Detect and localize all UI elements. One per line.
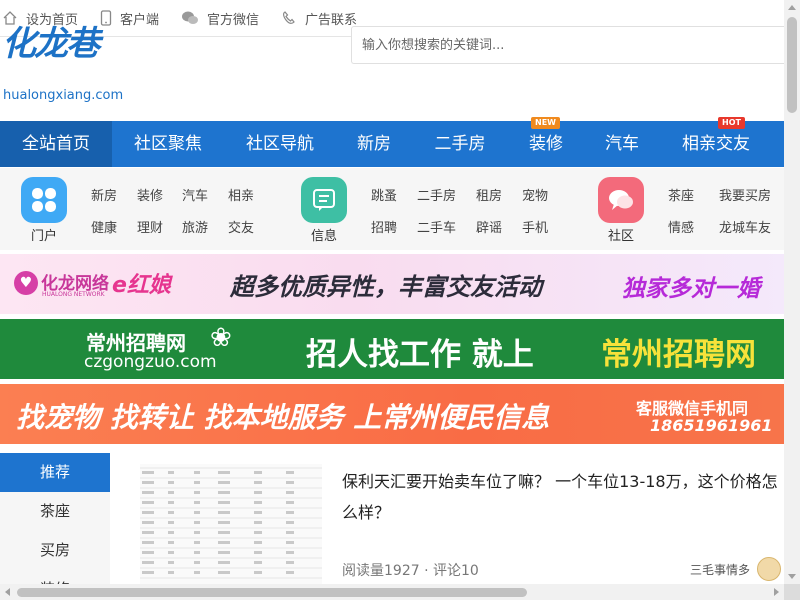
cat-link[interactable]: 辟谣 [476,217,502,236]
cat-link[interactable]: 装修 [137,185,163,204]
site-logo-domain: hualongxiang.com [3,88,124,103]
phone-icon [283,11,295,24]
nav-label: 相亲交友 [682,134,750,154]
hot-badge: HOT [718,117,745,129]
article-thumbnail[interactable] [140,464,322,584]
feed-sidebar: 推荐 茶座 买房 装修 [0,453,110,584]
new-badge: NEW [531,117,560,129]
client-app-link[interactable]: 客户端 [100,9,159,28]
dating-ad-banner[interactable]: ♥ 化龙网络 HUALONG NETWORK e红娘 超多优质异性，丰富交友活动… [0,254,784,314]
cat-link[interactable]: 交友 [228,217,254,236]
article-meta: 阅读量1927 · 评论10 [342,563,479,579]
nav-car[interactable]: 汽车 [584,121,660,167]
horizontal-scroll-thumb[interactable] [17,588,527,597]
vertical-scrollbar[interactable] [784,0,800,584]
community-category-button[interactable] [598,177,644,223]
portal-category-label: 门户 [30,229,57,244]
heart-logo-icon: ♥ [14,271,38,295]
main-nav: 全站首页 社区聚焦 社区导航 新房 二手房 装修 NEW 汽车 相亲交友 HOT [0,117,784,167]
cat-link[interactable]: 手机 [522,217,548,236]
scroll-right-icon[interactable] [774,588,779,596]
ad-contact-label: 广告联系 [305,12,358,28]
cat-link[interactable]: 跳蚤 [371,185,397,204]
nav-label: 汽车 [605,134,639,154]
nav-decoration[interactable]: 装修 NEW [508,117,584,167]
nav-home[interactable]: 全站首页 [0,121,112,167]
cat-link[interactable]: 招聘 [371,217,397,236]
portal-category-button[interactable] [21,177,67,223]
nav-label: 装修 [529,134,563,154]
cat-link[interactable]: 汽车 [182,185,208,204]
article-title-link[interactable]: 保利天汇要开始卖车位了嘛？ 一个车位13-18万，这个价格怎么样？ [342,466,784,528]
banner-highlight: 常州招聘网 [601,337,756,373]
cat-link[interactable]: 宠物 [522,185,548,204]
sidebar-item-recommend[interactable]: 推荐 [0,453,110,492]
nav-label: 社区导航 [246,134,314,154]
banner-slogan: 超多优质异性，丰富交友活动 [230,273,542,301]
nav-label: 全站首页 [22,134,90,154]
page: 设为首页 客户端 官方微信 广告联系 化龙巷 hualongxiang.com … [0,0,784,584]
clover-icon [32,188,56,212]
search-input[interactable] [351,26,784,64]
cat-link[interactable]: 龙城车友 [719,217,771,236]
nav-label: 二手房 [434,134,486,154]
scroll-up-icon[interactable] [788,5,796,10]
brand-subtitle: HUALONG NETWORK [42,291,105,298]
message-board-icon [313,189,335,211]
cat-link[interactable]: 二手房 [417,185,456,204]
nav-label: 新房 [357,134,391,154]
nav-dating[interactable]: 相亲交友 HOT [660,117,772,167]
contact-phone: 18651961961 [650,416,773,435]
cat-link[interactable]: 理财 [137,217,163,236]
official-wechat-label: 官方微信 [207,12,260,28]
cat-link[interactable]: 旅游 [182,217,208,236]
nav-label: 社区聚焦 [134,134,202,154]
site-logo[interactable]: 化龙巷 [2,16,100,65]
sidebar-item-decoration[interactable]: 装修 [0,570,110,584]
info-category-label: 信息 [310,229,337,244]
sidebar-item-buy-house[interactable]: 买房 [0,531,110,570]
thumbnail-table-image [140,467,322,579]
cat-link[interactable]: 新房 [91,185,117,204]
community-category-label: 社区 [607,229,634,244]
banner-slogan: 找宠物 找转让 找本地服务 上常州便民信息 [16,401,550,434]
ad-contact-link[interactable]: 广告联系 [281,9,357,28]
nav-second-hand-house[interactable]: 二手房 [412,121,508,167]
cat-link[interactable]: 我要买房 [719,185,771,204]
cat-link[interactable]: 情感 [668,217,694,236]
mobile-icon [100,10,112,26]
scrollbar-corner [784,584,800,600]
nav-new-house[interactable]: 新房 [336,121,412,167]
nav-community-focus[interactable]: 社区聚焦 [112,121,224,167]
nav-community-guide[interactable]: 社区导航 [224,121,336,167]
job-ad-banner[interactable]: 常州招聘网 ❀ czgongzuo.com 招人找工作 就上 常州招聘网 [0,319,784,379]
client-app-label: 客户端 [120,12,160,28]
cat-link[interactable]: 健康 [91,217,117,236]
article-author[interactable]: 三毛事情多 [690,561,750,578]
wechat-icon [182,11,199,24]
banner-slogan: 招人找工作 就上 [306,337,534,373]
cat-link[interactable]: 茶座 [668,185,694,204]
local-info-ad-banner[interactable]: 找宠物 找转让 找本地服务 上常州便民信息 客服微信手机同 1865196196… [0,384,784,444]
cat-link[interactable]: 租房 [476,185,502,204]
official-wechat-link[interactable]: 官方微信 [181,9,259,28]
category-panel: 门户 新房 装修 汽车 相亲 健康 理财 旅游 交友 信息 跳蚤 二手房 租房 … [0,168,784,250]
flower-logo-icon: ❀ [210,323,232,353]
cat-link[interactable]: 相亲 [228,185,254,204]
info-category-button[interactable] [301,177,347,223]
sidebar-item-teahouse[interactable]: 茶座 [0,492,110,531]
vertical-scroll-thumb[interactable] [787,17,797,113]
cat-link[interactable]: 二手车 [417,217,456,236]
avatar[interactable] [757,557,781,581]
chat-bubble-icon [609,190,633,210]
brand-name-2: e红娘 [112,273,171,298]
horizontal-scrollbar[interactable] [0,584,784,600]
brand-domain: czgongzuo.com [84,352,217,372]
scroll-down-icon[interactable] [788,574,796,579]
scroll-left-icon[interactable] [5,588,10,596]
banner-highlight: 独家多对一婚 [622,276,760,302]
